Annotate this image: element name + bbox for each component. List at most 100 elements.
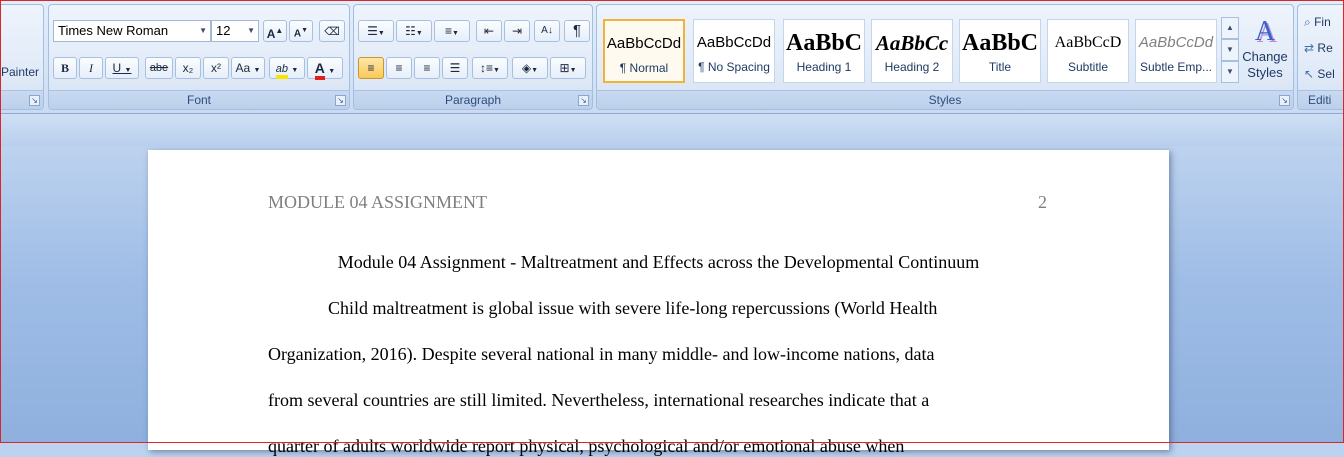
body-line: from several countries are still limited… [268, 390, 930, 410]
chevron-down-icon: ▼ [415, 30, 423, 37]
sort-icon: A↓ [541, 25, 553, 36]
gallery-more-button[interactable]: ▼ [1221, 61, 1239, 83]
font-color-button[interactable]: A ▼ [307, 57, 343, 80]
italic-button[interactable]: I [79, 57, 103, 79]
style-no-spacing[interactable]: AaBbCcDd ¶ No Spacing [693, 19, 775, 83]
text-highlight-button[interactable]: ab ▼ [269, 57, 305, 79]
select-button[interactable]: ↖ Sel [1304, 67, 1335, 81]
align-right-icon: ≡ [423, 61, 431, 75]
bold-button[interactable]: B [53, 57, 77, 79]
justify-icon: ☰ [449, 61, 461, 75]
gallery-scroll-up-button[interactable]: ▲ [1221, 17, 1239, 39]
strikethrough-button[interactable]: abe [145, 57, 173, 79]
document-title: Module 04 Assignment - Maltreatment and … [337, 252, 980, 272]
change-case-button[interactable]: Aa ▼ [231, 57, 265, 79]
align-center-icon: ≡ [395, 61, 403, 75]
replace-label: Re [1317, 41, 1333, 55]
style-normal[interactable]: AaBbCcDd ¶ Normal [603, 19, 685, 83]
align-center-button[interactable]: ≡ [386, 57, 412, 79]
grow-font-button[interactable]: A▲ [263, 20, 287, 42]
style-name: ¶ No Spacing [698, 60, 770, 74]
font-name-dropdown[interactable]: Times New Roman ▼ [53, 20, 211, 42]
underline-icon: U [112, 61, 122, 75]
font-color-icon: A [314, 60, 325, 80]
replace-button[interactable]: ⇄ Re [1304, 41, 1333, 55]
numbering-button[interactable]: ☷▼ [396, 20, 432, 42]
chevron-down-icon: ▼ [253, 67, 261, 74]
line-spacing-icon: ↕≡ [480, 61, 494, 75]
body-line: Organization, 2016). Despite several nat… [268, 344, 935, 364]
align-right-button[interactable]: ≡ [414, 57, 440, 79]
multilevel-list-button[interactable]: ≡▼ [434, 20, 470, 42]
font-launcher-icon[interactable]: ↘ [335, 95, 346, 106]
line-spacing-button[interactable]: ↕≡▼ [472, 57, 508, 79]
borders-button[interactable]: ⊞▼ [550, 57, 586, 79]
styles-launcher-icon[interactable]: ↘ [1279, 95, 1290, 106]
subscript-icon: x₂ [182, 61, 194, 75]
shading-button[interactable]: ◈▼ [512, 57, 548, 79]
style-subtle-emphasis[interactable]: AaBbCcDd Subtle Emp... [1135, 19, 1217, 83]
style-heading-2[interactable]: AaBbCc Heading 2 [871, 19, 953, 83]
justify-button[interactable]: ☰ [442, 57, 468, 79]
shrink-font-button[interactable]: A▼ [289, 20, 313, 42]
editing-group: ⌕ Fin ⇄ Re ↖ Sel Editi [1297, 4, 1344, 110]
decrease-indent-button[interactable]: ⇤ [476, 20, 502, 42]
chevron-down-icon: ▼ [291, 67, 299, 74]
bullets-button[interactable]: ☰▼ [358, 20, 394, 42]
sort-button[interactable]: A↓ [534, 20, 560, 42]
chevron-down-icon: ▼ [531, 67, 539, 74]
change-styles-label-1: Change [1242, 49, 1288, 64]
format-painter-button[interactable]: Painter [1, 65, 39, 79]
paragraph-launcher-icon[interactable]: ↘ [578, 95, 589, 106]
numbered-list-icon: ☷ [405, 24, 416, 38]
pilcrow-icon: ¶ [572, 22, 582, 39]
paint-bucket-icon: ◈ [521, 61, 532, 75]
strikethrough-icon: abe [149, 62, 169, 74]
style-subtitle[interactable]: AaBbCcD Subtitle [1047, 19, 1129, 83]
superscript-button[interactable]: x² [203, 57, 229, 79]
multilevel-list-icon: ≡ [445, 24, 453, 38]
chevron-down-icon: ▼ [452, 30, 459, 37]
more-icon: ▼ [1226, 67, 1234, 76]
bold-icon: B [60, 61, 69, 75]
gallery-scroll-down-button[interactable]: ▼ [1221, 39, 1239, 61]
find-label: Fin [1314, 15, 1331, 29]
styles-group: AaBbCcDd ¶ Normal AaBbCcDd ¶ No Spacing … [596, 4, 1294, 110]
superscript-icon: x² [211, 61, 221, 75]
find-button[interactable]: ⌕ Fin [1304, 15, 1331, 30]
document-page[interactable]: MODULE 04 ASSIGNMENT 2 Module 04 Assignm… [148, 150, 1169, 456]
increase-indent-button[interactable]: ⇥ [504, 20, 530, 42]
underline-button[interactable]: U ▼ [105, 57, 139, 79]
editing-group-label: Editi [1298, 90, 1344, 109]
style-name: Heading 2 [884, 60, 940, 74]
style-name: ¶ Normal [619, 61, 669, 75]
highlighter-icon: ab [275, 63, 288, 79]
replace-icon: ⇄ [1304, 41, 1315, 55]
style-heading-1[interactable]: AaBbC Heading 1 [783, 19, 865, 83]
paragraph-group-label: Paragraph [354, 90, 592, 109]
page-number: 2 [1038, 192, 1047, 212]
binoculars-icon: ⌕ [1304, 15, 1311, 29]
running-header: MODULE 04 ASSIGNMENT [268, 192, 488, 212]
chevron-down-icon: ▼ [199, 26, 207, 35]
show-hide-button[interactable]: ¶ [564, 20, 590, 42]
clear-formatting-button[interactable]: ⌫ [319, 20, 345, 42]
document-area: MODULE 04 ASSIGNMENT 2 Module 04 Assignm… [0, 114, 1344, 456]
body-line: Child maltreatment is global issue with … [328, 298, 938, 318]
align-left-button[interactable]: ≡ [358, 57, 384, 79]
font-size-dropdown[interactable]: 12 ▼ [211, 20, 259, 42]
decrease-indent-icon: ⇤ [483, 24, 495, 38]
chevron-down-icon: ▼ [247, 26, 255, 35]
chevron-down-icon: ▼ [493, 67, 500, 74]
clipboard-group: Painter ↘ [0, 4, 44, 110]
style-sample: AaBbCcD [1054, 34, 1122, 51]
chevron-down-icon: ▼ [377, 30, 385, 37]
style-title[interactable]: AaBbC Title [959, 19, 1041, 83]
chevron-down-icon: ▼ [124, 67, 132, 74]
clipboard-launcher-icon[interactable]: ↘ [29, 95, 40, 106]
subscript-button[interactable]: x₂ [175, 57, 201, 79]
align-left-icon: ≡ [367, 61, 375, 75]
style-sample: AaBbC [785, 30, 863, 56]
change-styles-button[interactable]: A Change Styles [1241, 15, 1289, 89]
style-sample: AaBbC [961, 30, 1039, 56]
